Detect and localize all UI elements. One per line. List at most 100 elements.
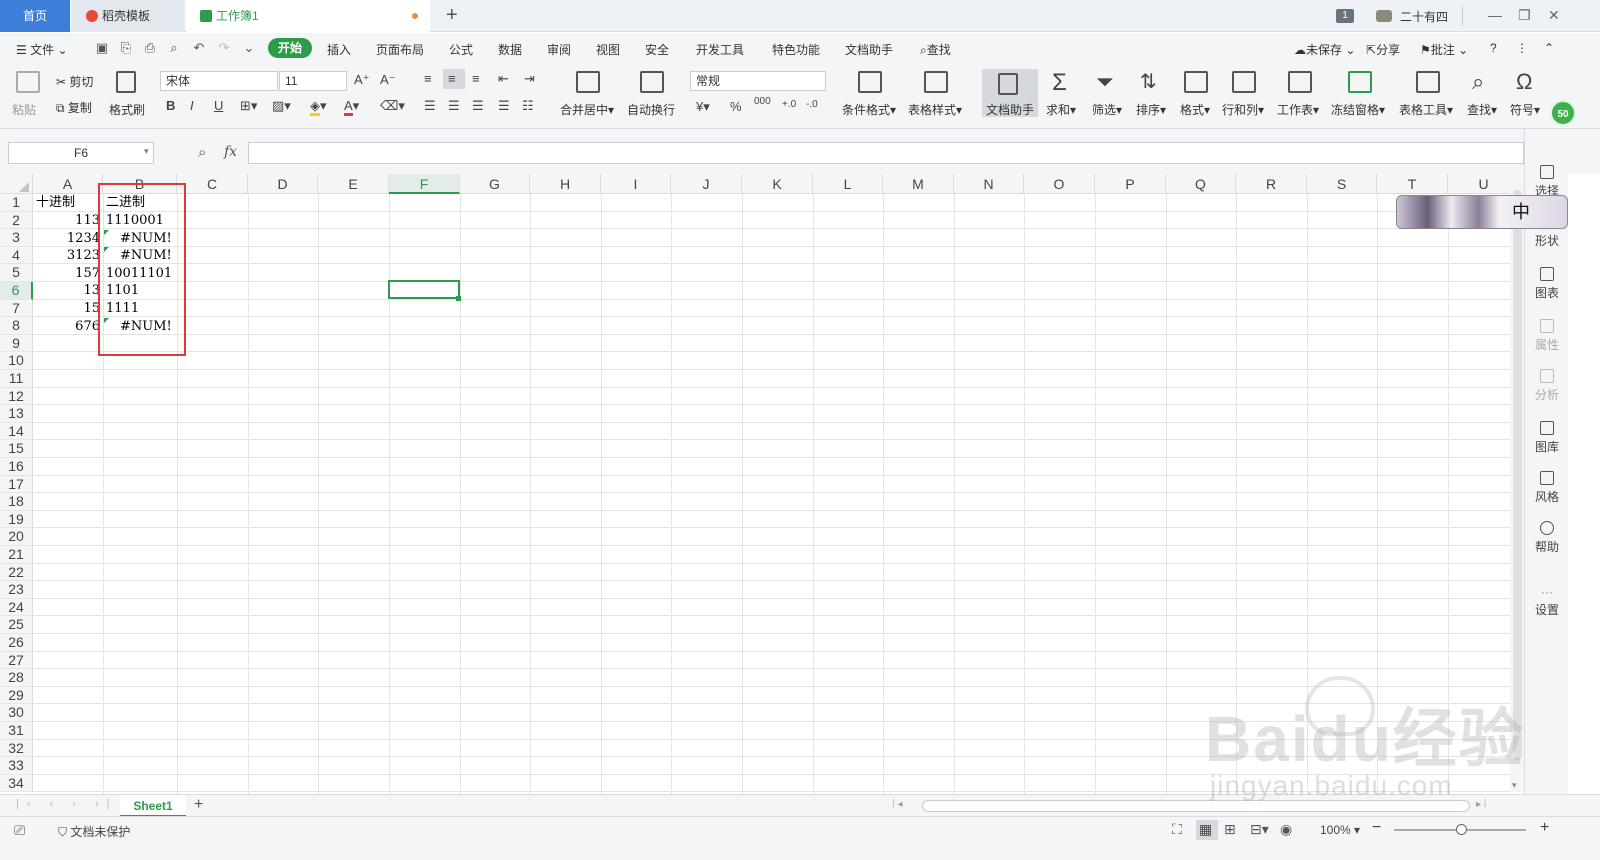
- more-icon[interactable]: ⋮: [1516, 41, 1528, 55]
- row-header-5[interactable]: 5: [0, 264, 33, 282]
- wrap-text-button[interactable]: 自动换行: [627, 101, 675, 118]
- col-header-E[interactable]: E: [318, 174, 389, 194]
- tab-home[interactable]: 首页: [0, 0, 70, 32]
- fill-color-icon[interactable]: ◈▾: [310, 98, 327, 116]
- align-bottom-icon[interactable]: ≡: [472, 71, 480, 86]
- indent-icon[interactable]: ⇥: [524, 71, 535, 87]
- row-col-icon[interactable]: [1232, 71, 1256, 93]
- row-header-22[interactable]: 22: [0, 563, 33, 582]
- sort-button[interactable]: 排序▾: [1136, 101, 1166, 118]
- col-header-I[interactable]: I: [601, 174, 671, 194]
- menu-special[interactable]: 特色功能: [772, 41, 820, 58]
- paste-icon[interactable]: [16, 71, 40, 93]
- menu-start[interactable]: 开始: [268, 38, 312, 58]
- row-header-15[interactable]: 15: [0, 440, 33, 458]
- export-icon[interactable]: ⎘: [119, 41, 133, 55]
- name-box-dropdown-icon[interactable]: ▾: [144, 146, 149, 157]
- row-header-1[interactable]: 1: [0, 194, 33, 212]
- menu-data[interactable]: 数据: [498, 41, 522, 58]
- customize-quickbar-icon[interactable]: ⌄: [242, 41, 256, 55]
- fullscreen-icon[interactable]: ⛶: [1172, 821, 1182, 838]
- print-icon[interactable]: ⎙: [143, 41, 157, 55]
- find-icon[interactable]: ⌕: [1472, 69, 1484, 95]
- col-header-Q[interactable]: Q: [1166, 174, 1236, 194]
- panel-gallery[interactable]: 图库: [1525, 421, 1569, 455]
- col-header-A[interactable]: A: [33, 174, 103, 194]
- increase-decimal-icon[interactable]: +.0: [782, 99, 796, 110]
- font-name-select[interactable]: 宋体: [160, 71, 278, 91]
- clear-format-icon[interactable]: ⌫▾: [380, 98, 405, 114]
- filter-icon[interactable]: ⏷: [1096, 69, 1114, 95]
- align-left-icon[interactable]: ☰: [424, 98, 436, 114]
- row-header-7[interactable]: 7: [0, 299, 33, 318]
- comment-button[interactable]: ⚑批注 ⌄: [1420, 41, 1468, 58]
- align-middle-icon[interactable]: ≡: [448, 71, 456, 86]
- help-icon[interactable]: ?: [1490, 41, 1497, 55]
- minimize-icon[interactable]: —: [1488, 7, 1502, 23]
- row-header-16[interactable]: 16: [0, 458, 33, 476]
- cell-A3[interactable]: 1234: [36, 230, 100, 247]
- conditional-format-icon[interactable]: [858, 71, 882, 93]
- wrap-text-icon[interactable]: [640, 71, 664, 93]
- row-header-10[interactable]: 10: [0, 352, 33, 370]
- doc-assistant-icon[interactable]: [998, 73, 1018, 95]
- panel-select[interactable]: 选择: [1525, 165, 1569, 199]
- window-count-badge[interactable]: 1: [1336, 9, 1354, 23]
- border-icon[interactable]: ⊞▾: [240, 98, 257, 114]
- menu-view[interactable]: 视图: [596, 41, 620, 58]
- justify-icon[interactable]: ☰: [498, 98, 510, 114]
- menu-search[interactable]: ⌕查找: [920, 41, 951, 58]
- menu-page-layout[interactable]: 页面布局: [376, 41, 424, 58]
- percent-button[interactable]: %: [730, 99, 742, 114]
- worksheet-icon[interactable]: [1288, 71, 1312, 93]
- sheet-tab-sheet1[interactable]: Sheet1: [120, 795, 186, 817]
- row-header-13[interactable]: 13: [0, 405, 33, 423]
- align-center-icon[interactable]: ☰: [448, 98, 460, 114]
- cell-A2[interactable]: 113: [36, 212, 100, 229]
- cell-A1[interactable]: 十进制: [36, 194, 102, 211]
- row-header-9[interactable]: 9: [0, 334, 33, 353]
- font-color-icon[interactable]: A▾: [344, 98, 359, 116]
- vertical-scroll-thumb[interactable]: [1513, 190, 1522, 760]
- row-header-18[interactable]: 18: [0, 493, 33, 511]
- row-header-6[interactable]: 6: [0, 282, 33, 300]
- eye-protection-icon[interactable]: ◉: [1280, 821, 1292, 838]
- col-header-G[interactable]: G: [460, 174, 530, 194]
- panel-properties[interactable]: 属性: [1525, 319, 1569, 353]
- score-badge[interactable]: 50: [1550, 100, 1576, 126]
- sum-icon[interactable]: Σ: [1052, 69, 1067, 97]
- col-header-D[interactable]: D: [248, 174, 318, 194]
- panel-analysis[interactable]: 分析: [1525, 369, 1569, 403]
- col-header-J[interactable]: J: [671, 174, 742, 194]
- menu-security[interactable]: 安全: [645, 41, 669, 58]
- conditional-format-button[interactable]: 条件格式▾: [842, 101, 896, 118]
- tab-workbook[interactable]: 工作簿1: [186, 0, 430, 32]
- symbol-button[interactable]: 符号▾: [1510, 101, 1540, 118]
- add-sheet-button[interactable]: +: [194, 796, 203, 814]
- row-header-24[interactable]: 24: [0, 598, 33, 617]
- save-icon[interactable]: ▣: [95, 41, 109, 55]
- row-header-28[interactable]: 28: [0, 669, 33, 687]
- collapse-ribbon-icon[interactable]: ⌃: [1544, 41, 1554, 55]
- format-button[interactable]: 格式▾: [1180, 101, 1210, 118]
- cell-A5[interactable]: 157: [36, 265, 100, 282]
- undo-icon[interactable]: ↶: [192, 41, 206, 55]
- table-tools-icon[interactable]: [1416, 71, 1440, 93]
- user-name[interactable]: 二十有四: [1400, 8, 1448, 25]
- symbol-icon[interactable]: Ω: [1516, 69, 1532, 95]
- zoom-level[interactable]: 100% ▾: [1320, 823, 1360, 837]
- hscroll-left-icon[interactable]: ⁞ ◂: [892, 799, 903, 810]
- normal-view-icon[interactable]: ▦: [1199, 821, 1212, 838]
- panel-settings[interactable]: ··· 设置: [1525, 585, 1569, 618]
- row-header-26[interactable]: 26: [0, 634, 33, 652]
- table-style-icon[interactable]: [924, 71, 948, 93]
- menu-formulas[interactable]: 公式: [449, 41, 473, 58]
- macro-icon[interactable]: ⎚: [14, 822, 25, 839]
- freeze-panes-icon[interactable]: [1348, 71, 1372, 93]
- menu-developer[interactable]: 开发工具: [696, 41, 744, 58]
- page-break-view-icon[interactable]: ⊞: [1224, 821, 1236, 838]
- page-layout-view-icon[interactable]: ⊟▾: [1250, 821, 1269, 838]
- merge-center-button[interactable]: 合并居中▾: [560, 101, 614, 118]
- align-top-icon[interactable]: ≡: [424, 71, 432, 86]
- col-header-K[interactable]: K: [742, 174, 813, 194]
